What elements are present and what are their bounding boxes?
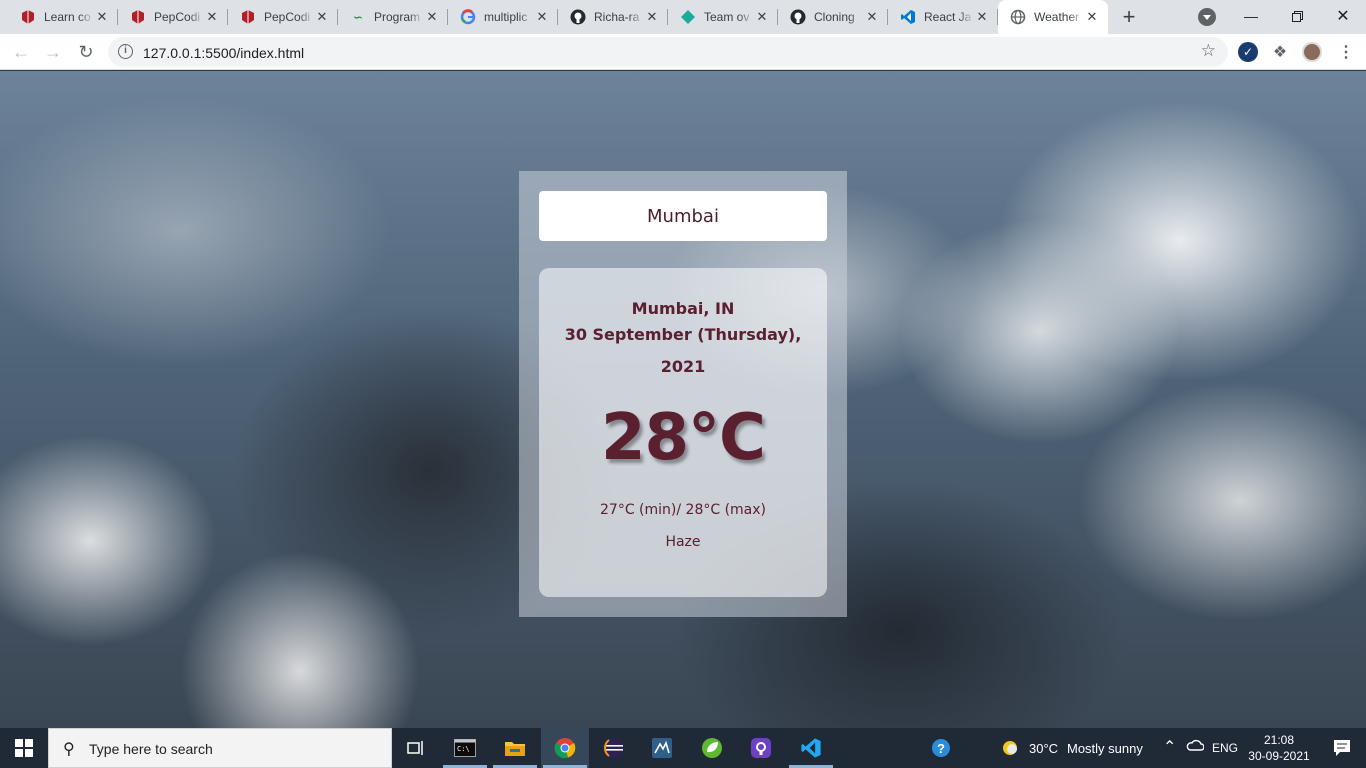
vscode-taskbar-icon[interactable]	[787, 728, 835, 768]
tab-title: Cloning	[814, 10, 855, 24]
close-icon[interactable]: ✕	[204, 9, 220, 25]
close-icon[interactable]: ✕	[644, 9, 660, 25]
taskbar-weather-temp[interactable]: 30°C	[1029, 741, 1058, 756]
pepcoding-icon	[20, 9, 36, 25]
address-bar[interactable]: i 127.0.0.1:5500/index.html ☆	[108, 37, 1228, 67]
tab-react-ja[interactable]: React Ja ✕	[888, 0, 998, 34]
tab-pepcoding-1[interactable]: PepCodi ✕	[118, 0, 228, 34]
pepcoding-icon	[240, 9, 256, 25]
geeksforgeeks-icon: ∽	[353, 11, 363, 24]
language-indicator[interactable]: ENG	[1212, 741, 1238, 755]
github-desktop-icon[interactable]	[737, 728, 785, 768]
bookmark-star-icon[interactable]: ☆	[1201, 41, 1216, 61]
tab-programming[interactable]: ∽ Program ✕	[338, 0, 448, 34]
min-max-temperature: 27°C (min)/ 28°C (max)	[600, 502, 766, 518]
taskbar-search-box[interactable]: ⚲ Type here to search	[48, 728, 392, 768]
close-icon[interactable]: ✕	[974, 9, 990, 25]
command-prompt-icon[interactable]: C:\	[441, 728, 489, 768]
file-explorer-icon[interactable]	[491, 728, 539, 768]
tab-title: multiplic	[484, 10, 528, 24]
weather-info-panel: Mumbai, IN 30 September (Thursday), 2021…	[539, 268, 827, 597]
tab-title: Learn co	[44, 10, 91, 24]
url-text[interactable]: 127.0.0.1:5500/index.html	[143, 45, 304, 61]
window-close-icon[interactable]: ✕	[1320, 0, 1366, 32]
svg-text:?: ?	[937, 741, 945, 756]
close-icon[interactable]: ✕	[864, 9, 880, 25]
github-icon	[790, 9, 806, 25]
close-icon[interactable]: ✕	[94, 9, 110, 25]
puzzle-extensions-icon[interactable]: ❖	[1270, 42, 1290, 62]
system-clock[interactable]: 21:08 30-09-2021	[1248, 732, 1309, 764]
onedrive-cloud-icon[interactable]	[1186, 739, 1205, 754]
weather-card: Mumbai, IN 30 September (Thursday), 2021…	[519, 171, 847, 617]
weather-sun-icon[interactable]	[986, 728, 1034, 768]
minimize-icon[interactable]: —	[1228, 0, 1274, 32]
help-icon[interactable]: ?	[917, 728, 965, 768]
tab-pepcoding-2[interactable]: PepCodi ✕	[228, 0, 338, 34]
vscode-icon	[900, 9, 916, 25]
search-icon: ⚲	[63, 741, 75, 758]
tab-multiplication[interactable]: multiplic ✕	[448, 0, 558, 34]
eclipse-icon[interactable]	[590, 728, 638, 768]
city-search-input[interactable]	[539, 191, 827, 241]
taskbar-weather-text[interactable]: Mostly sunny	[1067, 741, 1143, 756]
chrome-icon[interactable]	[541, 728, 589, 768]
pepcoding-icon	[130, 9, 146, 25]
date-label: 30 September (Thursday), 2021	[564, 325, 802, 376]
more-menu-icon[interactable]: ⋮	[1336, 42, 1356, 62]
checkmark-extension-icon[interactable]: ✓	[1238, 42, 1258, 62]
tab-title: Richa-ra	[594, 10, 640, 24]
windows-taskbar: ⚲ Type here to search C:\ ? 30°C Mostly …	[0, 728, 1366, 768]
temperature-value: 28°C	[600, 401, 766, 475]
globe-icon	[1010, 9, 1026, 25]
close-icon[interactable]: ✕	[534, 9, 550, 25]
browser-tab-strip: Learn co ✕ PepCodi ✕ PepCodi ✕ ∽ Program…	[0, 0, 1366, 34]
tab-weather[interactable]: Weather ✕	[998, 0, 1108, 34]
tab-cloning[interactable]: Cloning ✕	[778, 0, 888, 34]
close-icon[interactable]: ✕	[1084, 9, 1100, 25]
reload-icon[interactable]: ↻	[71, 37, 101, 67]
svg-text:C:\: C:\	[457, 745, 470, 753]
restore-icon[interactable]	[1274, 0, 1320, 32]
tab-title: Program	[374, 10, 421, 24]
weather-condition: Haze	[665, 534, 701, 550]
close-icon[interactable]: ✕	[314, 9, 330, 25]
forward-arrow-icon[interactable]: →	[38, 37, 68, 67]
clock-time: 21:08	[1263, 733, 1295, 747]
clock-date: 30-09-2021	[1248, 749, 1310, 763]
mysql-workbench-icon[interactable]	[638, 728, 686, 768]
github-icon	[570, 9, 586, 25]
tab-title: PepCodi	[264, 10, 311, 24]
profile-avatar[interactable]	[1302, 42, 1322, 62]
windows-start-icon[interactable]	[0, 728, 48, 768]
tab-learn-coding[interactable]: Learn co ✕	[8, 0, 118, 34]
show-hidden-icons-chevron-icon[interactable]: ⌃	[1163, 737, 1176, 757]
close-icon[interactable]: ✕	[754, 9, 770, 25]
google-icon	[460, 9, 476, 25]
tab-title: Team ov	[704, 10, 750, 24]
tab-team-overview[interactable]: Team ov ✕	[668, 0, 778, 34]
taskbar-search-placeholder: Type here to search	[89, 741, 213, 757]
browser-toolbar: ← → ↻ i 127.0.0.1:5500/index.html ☆ ✓ ❖ …	[0, 34, 1366, 70]
spring-tool-icon[interactable]	[688, 728, 736, 768]
notification-center-icon[interactable]	[1318, 728, 1366, 768]
team-diamond-icon	[680, 9, 696, 25]
tab-title: Weather	[1034, 10, 1080, 24]
new-tab-button[interactable]: +	[1112, 0, 1146, 34]
weather-page: Mumbai, IN 30 September (Thursday), 2021…	[0, 71, 1366, 728]
tab-title: PepCodi	[154, 10, 201, 24]
tab-title: React Ja	[924, 10, 972, 24]
close-icon[interactable]: ✕	[424, 9, 440, 25]
info-icon[interactable]: i	[118, 44, 133, 59]
task-view-icon[interactable]	[392, 728, 440, 768]
tab-github-richa[interactable]: Richa-ra ✕	[558, 0, 668, 34]
back-arrow-icon[interactable]: ←	[6, 37, 36, 67]
tab-search-icon[interactable]	[1198, 8, 1216, 26]
